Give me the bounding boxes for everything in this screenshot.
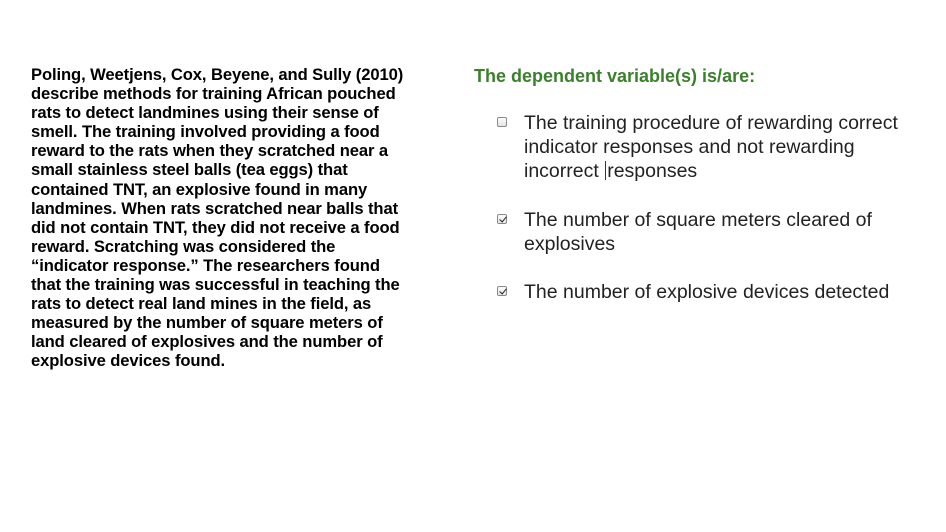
checkbox-square-meters[interactable] <box>497 214 507 224</box>
option-training-procedure[interactable]: The training procedure of rewarding corr… <box>497 111 929 183</box>
passage-text: Poling, Weetjens, Cox, Beyene, and Sully… <box>31 65 404 371</box>
option-label-explosive-devices: The number of explosive devices detected <box>524 281 890 303</box>
checkbox-training-procedure[interactable] <box>497 117 507 127</box>
option-square-meters[interactable]: The number of square meters cleared of e… <box>497 208 929 256</box>
option-label-part-2: responses <box>607 160 698 182</box>
option-label-training-procedure: The training procedure of rewarding corr… <box>524 111 929 183</box>
question-prompt: The dependent variable(s) is/are: <box>474 66 756 86</box>
option-label-part-1: The training procedure of rewarding corr… <box>524 112 898 182</box>
option-explosive-devices[interactable]: The number of explosive devices detected <box>497 280 929 304</box>
checkbox-explosive-devices[interactable] <box>497 286 507 296</box>
option-label-square-meters: The number of square meters cleared of e… <box>524 209 872 255</box>
